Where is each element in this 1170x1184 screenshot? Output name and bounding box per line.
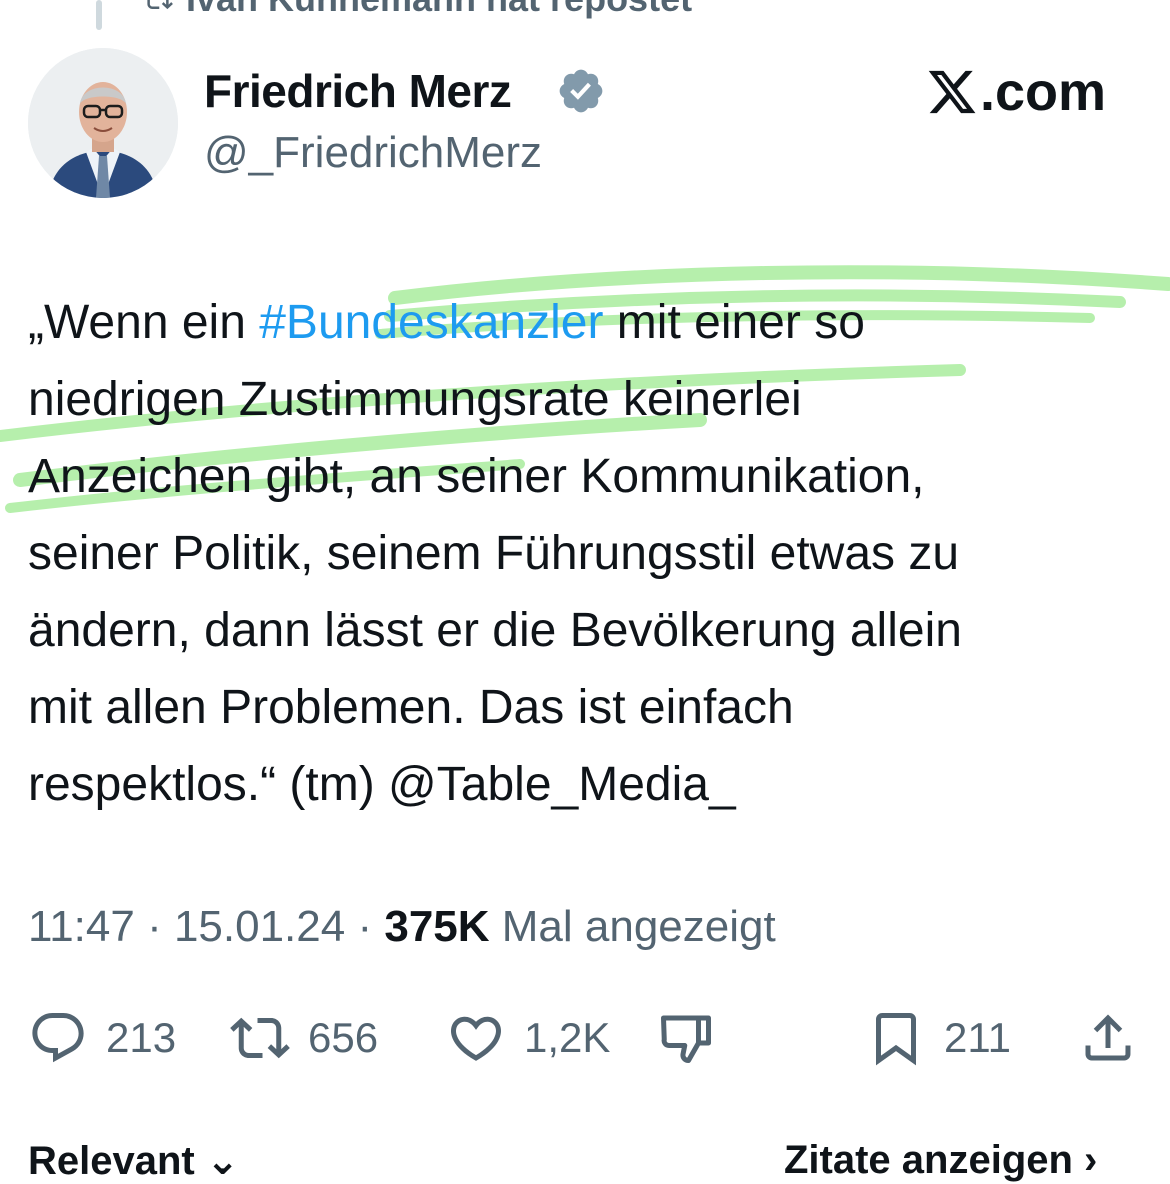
bookmark-button[interactable]: 211 [866,1006,1011,1070]
bookmark-count: 211 [944,1014,1011,1061]
hashtag-link[interactable]: #Bundeskanzler [259,296,603,349]
x-logo-icon [928,70,976,114]
tweet-line: „Wenn ein #Bundeskanzler mit einer so [28,296,865,349]
like-count: 1,2K [524,1014,611,1061]
reply-button[interactable]: 213 [28,1006,176,1070]
dislike-button[interactable] [656,1006,716,1070]
view-quotes-link[interactable]: Zitate anzeigen › [784,1138,1097,1183]
repost-button[interactable]: 656 [230,1006,378,1070]
tweet-line: niedrigen Zustimmungsrate keinerlei [28,373,802,426]
avatar[interactable] [28,48,178,198]
replies-sort-bar: Relevant ⌄ Zitate anzeigen › [28,1138,1142,1183]
repost-count: 656 [308,1014,379,1061]
brand-watermark: .com [926,62,1106,122]
heart-icon [450,1016,502,1061]
repost-banner-text: Ivan Kühnemann hat repostet [186,0,692,20]
tweet-line: ändern, dann lässt er die Bevölkerung al… [28,604,962,657]
like-button[interactable]: 1,2K [446,1006,610,1070]
verified-badge-icon [559,69,603,113]
tweet-body: „Wenn ein #Bundeskanzler mit einer so ni… [28,284,1158,823]
tweet-line: seiner Politik, seinem Führungsstil etwa… [28,527,960,580]
tweet-date[interactable]: 15.01.24 [174,902,345,951]
thread-connector-line [96,0,102,30]
reply-icon [32,1013,84,1063]
share-button[interactable] [1078,1006,1138,1070]
author-handle[interactable]: @_FriedrichMerz [204,128,542,178]
tweet-line: mit allen Problemen. Das ist einfach [28,681,794,734]
author-display-name[interactable]: Friedrich Merz [204,64,512,118]
repost-icon [230,1017,290,1059]
repost-banner[interactable]: Ivan Kühnemann hat repostet [140,0,692,19]
reply-count: 213 [106,1014,177,1061]
tweet-line: respektlos.“ (tm) @Table_Media_ [28,758,736,811]
tweet-line: Anzeichen gibt, an seiner Kommunikation, [28,450,925,503]
tweet-meta: 11:47 · 15.01.24 · 375K Mal angezeigt [28,902,776,951]
thumbs-down-icon [661,1015,711,1063]
sort-relevant-dropdown[interactable]: Relevant ⌄ [28,1138,239,1184]
views-count: 375K [384,902,490,951]
views-label: Mal angezeigt [489,902,776,951]
bookmark-icon [876,1013,916,1066]
profile-photo [28,48,178,198]
brand-label: .com [980,62,1107,122]
share-icon [1085,1014,1131,1061]
repost-banner-icon [147,0,173,10]
tweet-time[interactable]: 11:47 [28,902,135,951]
